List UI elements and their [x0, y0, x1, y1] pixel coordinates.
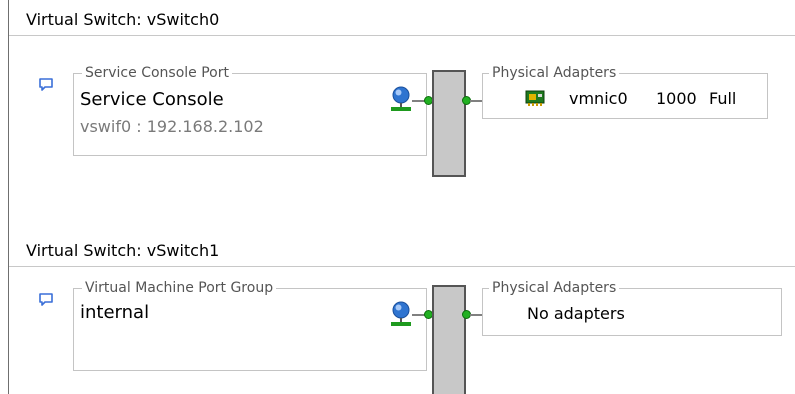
- port-name: internal: [80, 302, 150, 323]
- port-name: Service Console: [80, 89, 224, 110]
- physical-adapters-box[interactable]: Physical Adapters No adapters: [482, 280, 782, 336]
- port-legend: Service Console Port: [82, 65, 232, 81]
- vm-port-group-box[interactable]: Virtual Machine Port Group internal: [73, 280, 427, 371]
- vswitch0-header: Virtual Switch: vSwitch0: [9, 0, 795, 36]
- port-legend: Virtual Machine Port Group: [82, 280, 277, 296]
- vswitch0-title: Virtual Switch: vSwitch0: [26, 10, 220, 29]
- vswitch1-title: Virtual Switch: vSwitch1: [26, 241, 220, 260]
- vswitch1-body[interactable]: [432, 285, 466, 394]
- physical-adapters-box[interactable]: Physical Adapters vmnic0 1000 Full: [482, 65, 768, 119]
- port-detail: vswif0 : 192.168.2.102: [80, 117, 264, 136]
- panel-left-border: [8, 0, 9, 394]
- nic-name: vmnic0: [569, 89, 628, 108]
- service-console-port-box[interactable]: Service Console Port Service Console vsw…: [73, 65, 427, 156]
- vswitch0-body[interactable]: [432, 70, 466, 177]
- vswitch1-header: Virtual Switch: vSwitch1: [9, 231, 795, 267]
- speech-bubble-icon[interactable]: [38, 292, 54, 308]
- no-adapters-text: No adapters: [527, 304, 625, 323]
- network-globe-icon: [391, 86, 411, 111]
- speech-bubble-icon[interactable]: [38, 77, 54, 93]
- nic-duplex: Full: [709, 89, 737, 108]
- adapters-legend: Physical Adapters: [489, 65, 620, 81]
- network-card-icon: [525, 90, 545, 106]
- nic-speed: 1000: [656, 89, 697, 108]
- adapters-legend: Physical Adapters: [489, 280, 620, 296]
- network-globe-icon: [391, 301, 411, 326]
